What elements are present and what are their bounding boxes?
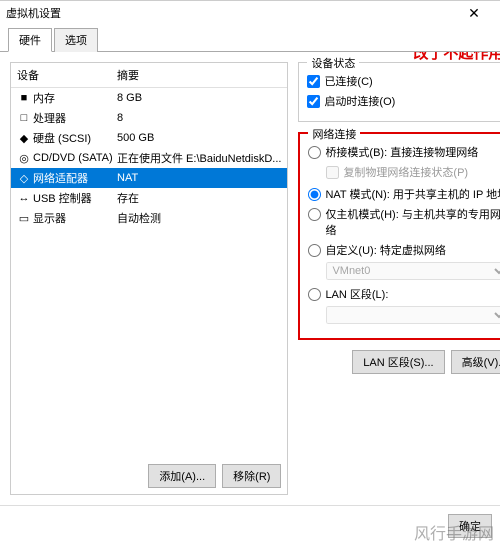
replicate-checkbox: [326, 166, 339, 179]
lan-radio[interactable]: [308, 288, 321, 301]
device-status-title: 设备状态: [307, 55, 359, 71]
device-icon: ◆: [17, 132, 31, 145]
device-list[interactable]: ■内存8 GB□处理器8◆硬盘 (SCSI)500 GB◎CD/DVD (SAT…: [11, 88, 287, 458]
list-header: 设备 摘要: [11, 63, 287, 88]
bridged-row[interactable]: 桥接模式(B): 直接连接物理网络: [308, 142, 500, 162]
lan-combo-wrap: [326, 306, 500, 324]
device-icon: ↔: [17, 192, 31, 204]
custom-combo-wrap: VMnet0: [326, 262, 500, 280]
footer: 确定: [0, 505, 500, 546]
device-status-group: 设备状态 已连接(C) 启动时连接(O): [298, 62, 500, 122]
custom-radio[interactable]: [308, 244, 321, 257]
connected-checkbox[interactable]: [307, 75, 320, 88]
replicate-label: 复制物理网络连接状态(P): [343, 164, 468, 180]
device-row[interactable]: ◇网络适配器NAT: [11, 168, 287, 188]
device-row[interactable]: ↔USB 控制器存在: [11, 188, 287, 208]
close-button[interactable]: ✕: [454, 5, 494, 22]
device-panel: 设备 摘要 ■内存8 GB□处理器8◆硬盘 (SCSI)500 GB◎CD/DV…: [10, 62, 288, 495]
settings-panel: 改了不起作用？ 设备状态 已连接(C) 启动时连接(O) 网络连接: [298, 62, 500, 495]
bridged-radio[interactable]: [308, 146, 321, 159]
connect-poweron-checkbox[interactable]: [307, 95, 320, 108]
ok-button[interactable]: 确定: [448, 514, 492, 538]
window-title: 虚拟机设置: [6, 5, 61, 21]
lan-label: LAN 区段(L):: [325, 286, 388, 302]
col-summary: 摘要: [117, 67, 281, 83]
col-device: 设备: [17, 67, 117, 83]
device-row[interactable]: □处理器8: [11, 108, 287, 128]
tabs: 硬件 选项: [0, 25, 500, 52]
lan-row[interactable]: LAN 区段(L):: [308, 284, 500, 304]
custom-label: 自定义(U): 特定虚拟网络: [325, 242, 445, 258]
device-icon: ◇: [17, 172, 31, 185]
device-icon: □: [17, 112, 31, 124]
network-connection-title: 网络连接: [308, 126, 360, 142]
device-summary: 8 GB: [117, 92, 281, 104]
device-summary: 500 GB: [117, 132, 281, 144]
tab-hardware[interactable]: 硬件: [8, 28, 52, 52]
device-icon: ■: [17, 92, 31, 104]
custom-combo: VMnet0: [326, 262, 500, 280]
device-row[interactable]: ◆硬盘 (SCSI)500 GB: [11, 128, 287, 148]
hostonly-label: 仅主机模式(H): 与主机共享的专用网络: [325, 206, 500, 238]
nat-label: NAT 模式(N): 用于共享主机的 IP 地址: [325, 186, 500, 202]
device-summary: 自动检测: [117, 210, 281, 226]
device-row[interactable]: ◎CD/DVD (SATA)正在使用文件 E:\BaiduNetdiskD...: [11, 148, 287, 168]
connected-row[interactable]: 已连接(C): [307, 71, 500, 91]
replicate-row: 复制物理网络连接状态(P): [326, 164, 500, 180]
tab-options[interactable]: 选项: [54, 28, 98, 52]
device-icon: ▭: [17, 212, 31, 225]
network-connection-group: 网络连接 桥接模式(B): 直接连接物理网络 复制物理网络连接状态(P) NAT…: [298, 132, 500, 340]
device-summary: 8: [117, 112, 281, 124]
titlebar: 虚拟机设置 ✕: [0, 1, 500, 25]
device-summary: 正在使用文件 E:\BaiduNetdiskD...: [117, 150, 281, 166]
connect-poweron-label: 启动时连接(O): [324, 93, 395, 109]
device-summary: NAT: [117, 172, 281, 184]
hostonly-radio[interactable]: [308, 208, 321, 221]
device-row[interactable]: ▭显示器自动检测: [11, 208, 287, 228]
remove-button[interactable]: 移除(R): [222, 464, 281, 488]
device-row[interactable]: ■内存8 GB: [11, 88, 287, 108]
dialog-body: 设备 摘要 ■内存8 GB□处理器8◆硬盘 (SCSI)500 GB◎CD/DV…: [0, 52, 500, 505]
advanced-button[interactable]: 高级(V)...: [451, 350, 500, 374]
device-name: 内存: [33, 90, 117, 106]
device-icon: ◎: [17, 152, 31, 165]
vm-settings-window: 虚拟机设置 ✕ 硬件 选项 设备 摘要 ■内存8 GB□处理器8◆硬盘 (SCS…: [0, 0, 500, 546]
device-name: USB 控制器: [33, 190, 117, 206]
device-name: 显示器: [33, 210, 117, 226]
custom-row[interactable]: 自定义(U): 特定虚拟网络: [308, 240, 500, 260]
device-name: 硬盘 (SCSI): [33, 130, 117, 146]
lan-combo: [326, 306, 500, 324]
status-wrapper: 改了不起作用？ 设备状态 已连接(C) 启动时连接(O): [298, 62, 500, 122]
device-name: 网络适配器: [33, 170, 117, 186]
bridged-label: 桥接模式(B): 直接连接物理网络: [325, 144, 478, 160]
device-name: CD/DVD (SATA): [33, 152, 117, 164]
nat-row[interactable]: NAT 模式(N): 用于共享主机的 IP 地址: [308, 184, 500, 204]
connect-poweron-row[interactable]: 启动时连接(O): [307, 91, 500, 111]
nat-radio[interactable]: [308, 188, 321, 201]
device-buttons: 添加(A)... 移除(R): [11, 458, 287, 494]
device-name: 处理器: [33, 110, 117, 126]
hostonly-row[interactable]: 仅主机模式(H): 与主机共享的专用网络: [308, 204, 500, 240]
net-buttons: LAN 区段(S)... 高级(V)...: [298, 350, 500, 374]
add-button[interactable]: 添加(A)...: [148, 464, 216, 488]
lan-segments-button[interactable]: LAN 区段(S)...: [352, 350, 444, 374]
connected-label: 已连接(C): [324, 73, 372, 89]
device-summary: 存在: [117, 190, 281, 206]
